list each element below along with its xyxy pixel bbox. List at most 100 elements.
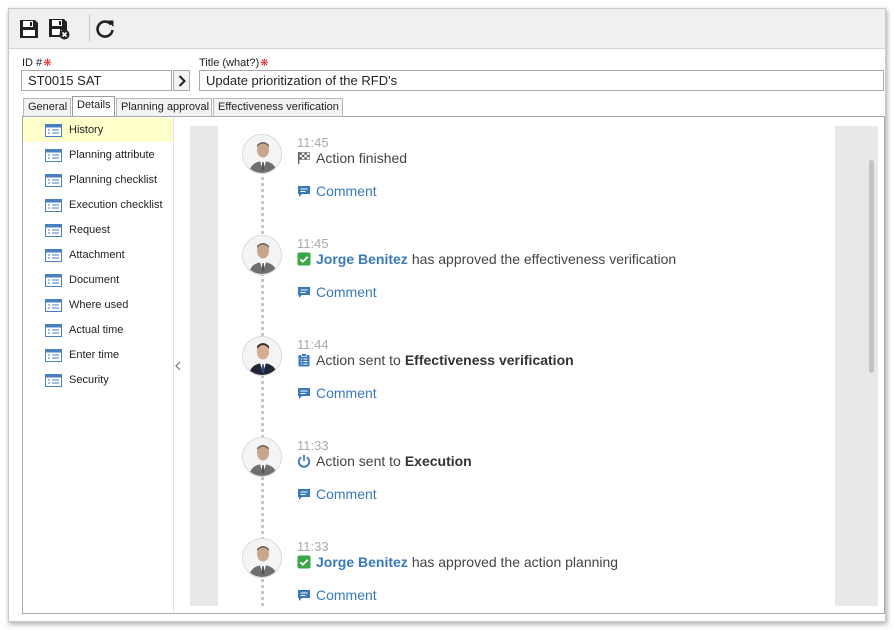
- user-link[interactable]: Jorge Benitez: [316, 554, 408, 570]
- timeline-entry: 11:45 Jorge Benitez has approved the eff…: [218, 227, 835, 327]
- sidebar-item-label: Request: [69, 224, 110, 236]
- chevron-right-icon: [178, 74, 186, 87]
- list-view-icon: [45, 348, 62, 362]
- approved-check-icon: [297, 555, 311, 569]
- id-label-text: ID #: [22, 57, 43, 69]
- tab-planning-approval[interactable]: Planning approval: [116, 98, 212, 117]
- comment-icon: [297, 488, 311, 501]
- power-icon: [297, 454, 311, 468]
- approved-check-icon: [297, 252, 311, 266]
- entry-time: 11:45: [297, 236, 329, 251]
- sidebar-item-planning-checklist[interactable]: Planning checklist: [23, 168, 173, 192]
- list-view-icon: [45, 148, 62, 162]
- entry-text: Action sent to Effectiveness verificatio…: [297, 352, 574, 368]
- comment-label: Comment: [316, 284, 377, 300]
- list-view-icon: [45, 323, 62, 337]
- comment-link[interactable]: Comment: [297, 385, 377, 401]
- sidebar-item-label: History: [69, 124, 104, 136]
- entry-time: 11:33: [297, 438, 329, 453]
- sidebar-item-enter-time[interactable]: Enter time: [23, 343, 173, 367]
- entry-message: Action finished: [316, 150, 408, 166]
- entry-time: 11:44: [297, 337, 329, 352]
- save-and-close-icon: [49, 19, 70, 40]
- collapse-left-icon[interactable]: [175, 361, 181, 371]
- sidebar-item-label: Actual time: [69, 324, 124, 336]
- sidebar-item-attachment[interactable]: Attachment: [23, 243, 173, 267]
- avatar: [242, 235, 282, 275]
- refresh-icon: [96, 20, 114, 38]
- tab-general[interactable]: General: [23, 98, 71, 117]
- sidebar-item-execution-checklist[interactable]: Execution checklist: [23, 193, 173, 217]
- entry-message: Action sent to: [316, 453, 401, 469]
- list-view-icon: [45, 223, 62, 237]
- title-field[interactable]: Update prioritization of the RFD's: [199, 70, 884, 91]
- user-link[interactable]: Jorge Benitez: [316, 251, 408, 267]
- entry-message: has approved the effectiveness verificat…: [411, 251, 677, 267]
- comment-icon: [297, 589, 311, 602]
- comment-label: Comment: [316, 486, 377, 502]
- timeline-entry: 11:44 Action sent to Effectiveness verif…: [218, 328, 835, 428]
- avatar: [242, 134, 282, 174]
- save-icon: [20, 20, 38, 38]
- required-icon: ❋: [43, 58, 52, 69]
- entry-text: Action sent to Execution: [297, 453, 472, 469]
- sidebar-item-planning-attribute[interactable]: Planning attribute: [23, 143, 173, 167]
- entry-time: 11:45: [297, 135, 329, 150]
- action-window: ID #❋ ST0015 SAT Title (what?)❋ Update p…: [8, 8, 886, 622]
- comment-link[interactable]: Comment: [297, 587, 377, 603]
- title-label-text: Title (what?): [199, 57, 260, 69]
- timeline-entry: 11:33 Jorge Benitez has approved the act…: [218, 530, 835, 606]
- panel-splitter[interactable]: [173, 117, 183, 613]
- sidebar-item-security[interactable]: Security: [23, 368, 173, 392]
- required-icon: ❋: [260, 58, 269, 69]
- comment-label: Comment: [316, 587, 377, 603]
- id-label: ID #❋: [22, 57, 52, 69]
- sidebar-item-document[interactable]: Document: [23, 268, 173, 292]
- list-view-icon: [45, 198, 62, 212]
- entry-text: Jorge Benitez has approved the effective…: [297, 251, 676, 267]
- entry-target: Effectiveness verification: [404, 352, 574, 368]
- sidebar-item-history[interactable]: History: [23, 118, 173, 142]
- sidebar-item-label: Attachment: [69, 249, 125, 261]
- details-panel: History Planning attribute Planning chec…: [22, 116, 885, 614]
- list-view-icon: [45, 273, 62, 287]
- save-button[interactable]: [13, 13, 45, 45]
- id-field[interactable]: ST0015 SAT: [21, 70, 172, 91]
- comment-link[interactable]: Comment: [297, 284, 377, 300]
- comment-label: Comment: [316, 183, 377, 199]
- entry-text: Action finished: [297, 150, 407, 166]
- sidebar-item-label: Planning checklist: [69, 174, 158, 186]
- timeline-card: 11:45 Action finished Comment 11:45 Jorg…: [218, 126, 835, 606]
- entry-time: 11:33: [297, 539, 329, 554]
- save-and-close-button[interactable]: [43, 13, 75, 45]
- details-sidebar: History Planning attribute Planning chec…: [23, 117, 175, 613]
- comment-link[interactable]: Comment: [297, 486, 377, 502]
- avatar: [242, 336, 282, 376]
- entry-message: Action sent to: [316, 352, 401, 368]
- entry-message: has approved the action planning: [411, 554, 619, 570]
- clipboard-icon: [297, 353, 311, 367]
- comment-icon: [297, 286, 311, 299]
- tab-details[interactable]: Details: [72, 96, 115, 117]
- sidebar-item-actual-time[interactable]: Actual time: [23, 318, 173, 342]
- comment-icon: [297, 185, 311, 198]
- id-lookup-button[interactable]: [173, 70, 190, 91]
- title-label: Title (what?)❋: [199, 57, 269, 69]
- avatar: [242, 437, 282, 477]
- entry-text: Jorge Benitez has approved the action pl…: [297, 554, 618, 570]
- list-view-icon: [45, 123, 62, 137]
- list-view-icon: [45, 173, 62, 187]
- sidebar-item-where-used[interactable]: Where used: [23, 293, 173, 317]
- comment-link[interactable]: Comment: [297, 183, 377, 199]
- list-view-icon: [45, 248, 62, 262]
- scrollbar-thumb[interactable]: [869, 160, 874, 373]
- entry-target: Execution: [404, 453, 472, 469]
- timeline-entry: 11:33 Action sent to Execution Comment: [218, 429, 835, 529]
- sidebar-item-label: Security: [69, 374, 109, 386]
- refresh-button[interactable]: [89, 13, 121, 45]
- comment-label: Comment: [316, 385, 377, 401]
- history-timeline: 11:45 Action finished Comment 11:45 Jorg…: [190, 126, 878, 606]
- sidebar-item-request[interactable]: Request: [23, 218, 173, 242]
- list-view-icon: [45, 298, 62, 312]
- tab-effectiveness-verification[interactable]: Effectiveness verification: [213, 98, 343, 117]
